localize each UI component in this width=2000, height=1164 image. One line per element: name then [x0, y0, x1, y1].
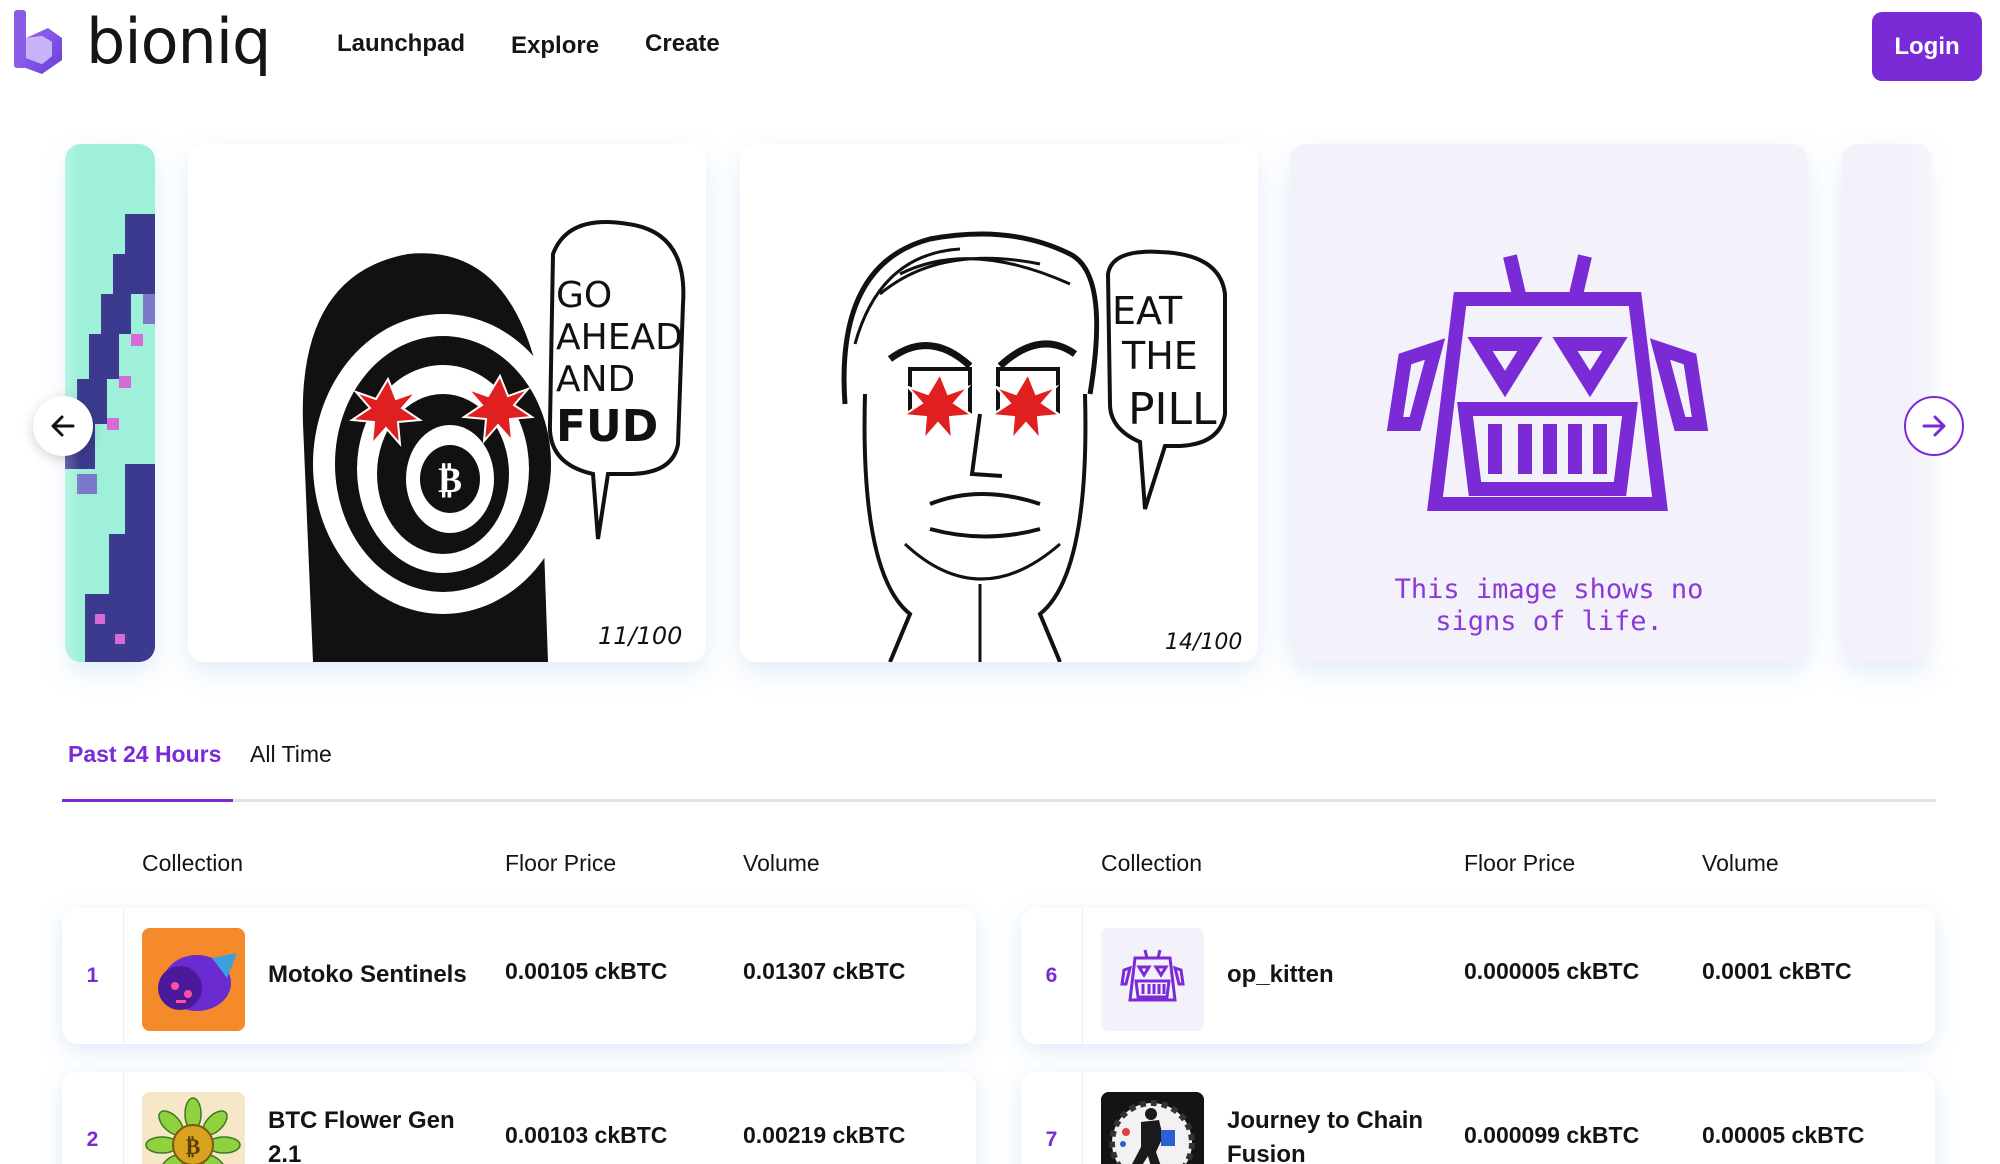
row-rank: 7 — [1021, 1072, 1083, 1164]
brand-name: bioniq — [86, 4, 271, 78]
table-row[interactable]: 6 op_kitten 0.000005 ckBTC 0.0001 ckBTC — [1021, 908, 1935, 1044]
motoko-thumb — [142, 928, 245, 1031]
floor-price: 0.00105 ckBTC — [505, 958, 668, 984]
header-floor-price: Floor Price — [505, 850, 617, 876]
journey-thumb — [1101, 1092, 1204, 1164]
btc-flower-icon: ₿ — [142, 1092, 245, 1164]
featured-carousel: ₿ GO AHEAD AND FUD 11/100 EAT THE PILL 1… — [0, 144, 2000, 664]
comic-fud-image: ₿ GO AHEAD AND FUD 11/100 — [188, 144, 706, 662]
row-rank: 2 — [62, 1072, 124, 1164]
row-rank: 1 — [62, 908, 124, 1044]
svg-text:AHEAD: AHEAD — [556, 317, 683, 358]
placeholder-caption: This image shows no signs of life. — [1290, 574, 1808, 638]
flower-thumb: ₿ — [142, 1092, 245, 1164]
header-floor-price: Floor Price — [1464, 850, 1576, 876]
top-header: bioniq Launchpad Explore Create Login — [0, 0, 2000, 92]
edition-label: 11/100 — [598, 622, 682, 650]
carousel-prev-button[interactable] — [33, 396, 93, 456]
svg-text:₿: ₿ — [438, 460, 462, 501]
arrow-left-icon — [51, 415, 75, 437]
header-collection: Collection — [1101, 850, 1202, 876]
robot-icon — [1101, 928, 1204, 1031]
table-row[interactable]: 1 Motoko Sentinels 0.00105 ckBTC 0.01307… — [62, 908, 976, 1044]
floor-price: 0.000099 ckBTC — [1464, 1122, 1640, 1148]
volume: 0.00005 ckBTC — [1702, 1122, 1865, 1148]
svg-text:₿: ₿ — [186, 1135, 201, 1160]
collection-name[interactable]: Journey to Chain Fusion — [1227, 1104, 1447, 1164]
collection-name[interactable]: BTC Flower Gen 2.1 — [268, 1104, 468, 1164]
volume: 0.0001 ckBTC — [1702, 958, 1852, 984]
carousel-card-go-ahead-and-fud[interactable]: ₿ GO AHEAD AND FUD 11/100 — [188, 144, 706, 662]
floor-price: 0.000005 ckBTC — [1464, 958, 1640, 984]
journey-art-icon — [1101, 1092, 1204, 1164]
header-collection: Collection — [142, 850, 243, 876]
collection-name[interactable]: op_kitten — [1227, 958, 1447, 992]
svg-text:GO: GO — [556, 275, 612, 316]
carousel-card-eat-the-pill[interactable]: EAT THE PILL 14/100 — [740, 144, 1258, 662]
login-button[interactable]: Login — [1872, 12, 1982, 81]
robot-thumb — [1101, 928, 1204, 1031]
placeholder-caption-line1: This image shows no — [1394, 574, 1704, 605]
placeholder-caption-line2: signs of life. — [1435, 606, 1663, 637]
edition-label: 14/100 — [1165, 630, 1242, 655]
volume: 0.00219 ckBTC — [743, 1122, 906, 1148]
arrow-right-icon — [1922, 415, 1946, 437]
bioniq-logo[interactable]: bioniq — [12, 4, 271, 80]
nav-create[interactable]: Create — [645, 30, 720, 60]
floor-price: 0.00103 ckBTC — [505, 1122, 668, 1148]
row-rank: 6 — [1021, 908, 1083, 1044]
main-nav: Launchpad Explore Create — [337, 30, 766, 60]
collection-name[interactable]: Motoko Sentinels — [268, 958, 508, 992]
carousel-next-button[interactable] — [1904, 396, 1964, 456]
volume: 0.01307 ckBTC — [743, 958, 906, 984]
table-row[interactable]: 7 Journey to Chain Fusion 0.000099 ckBTC… — [1021, 1072, 1935, 1164]
carousel-card-no-signs-of-life[interactable]: This image shows no signs of life. — [1290, 144, 1808, 662]
nav-launchpad[interactable]: Launchpad — [337, 30, 465, 60]
svg-text:FUD: FUD — [556, 401, 658, 452]
tab-past-24-hours[interactable]: Past 24 Hours — [62, 738, 233, 802]
time-range-tabs: Past 24 Hours All Time — [62, 738, 1936, 802]
bioniq-logo-icon — [14, 10, 62, 74]
header-volume: Volume — [1702, 850, 1779, 876]
svg-text:PILL: PILL — [1128, 384, 1217, 435]
table-row[interactable]: 2 ₿ BTC Flower Gen 2.1 0.00103 ckBTC 0.0… — [62, 1072, 976, 1164]
svg-text:THE: THE — [1121, 334, 1198, 378]
nav-explore[interactable]: Explore — [511, 32, 599, 60]
comic-pill-image: EAT THE PILL 14/100 — [740, 144, 1258, 662]
svg-text:AND: AND — [556, 359, 635, 400]
header-volume: Volume — [743, 850, 820, 876]
motoko-sentinel-icon — [142, 928, 245, 1031]
tab-all-time[interactable]: All Time — [244, 738, 338, 802]
svg-text:EAT: EAT — [1112, 289, 1183, 333]
